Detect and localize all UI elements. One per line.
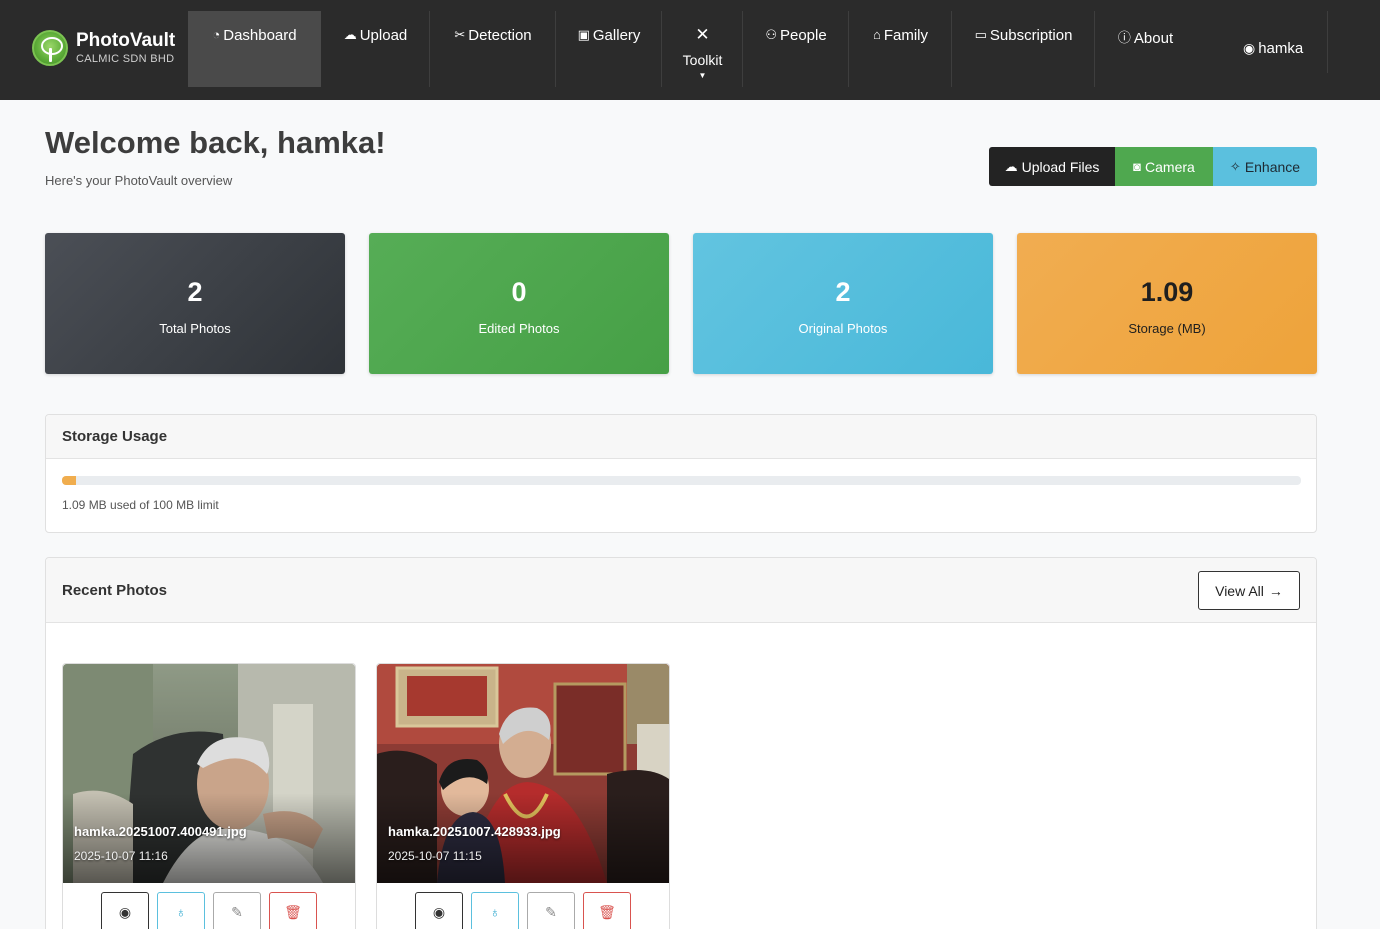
nav-about[interactable]: ⓘ About xyxy=(1095,11,1196,87)
arrow-right-icon: → xyxy=(1268,582,1283,599)
delete-photo-button[interactable]: 🗑 xyxy=(583,892,631,929)
photo-actions: ◉ ♁ ✎ 🗑 xyxy=(101,892,317,929)
photo-thumbnail[interactable]: hamka.20251007.400491.jpg 2025-10-07 11:… xyxy=(63,664,355,883)
credit-card-icon: ▭ xyxy=(974,27,987,42)
camera-button[interactable]: ◙ Camera xyxy=(1115,147,1213,186)
upload-files-label: Upload Files xyxy=(1021,158,1100,175)
storage-progress-bar xyxy=(62,476,1301,485)
caret-down-icon: ▼ xyxy=(698,71,707,80)
page-subtitle: Here's your PhotoVault overview xyxy=(45,173,233,188)
nav-upload[interactable]: ☁ Upload xyxy=(321,11,430,87)
stat-value: 2 xyxy=(187,277,203,307)
nav-user-menu[interactable]: ◉ hamka xyxy=(1243,40,1303,57)
nav-gallery-label: Gallery xyxy=(592,27,641,44)
nav-people-label: People xyxy=(779,27,827,44)
upload-files-button[interactable]: ☁ Upload Files xyxy=(989,147,1115,186)
stat-label: Storage (MB) xyxy=(1128,321,1206,336)
enhance-label: Enhance xyxy=(1244,158,1301,175)
pencil-icon: ✎ xyxy=(545,903,557,920)
photo-filename: hamka.20251007.400491.jpg xyxy=(74,824,247,839)
stat-value: 0 xyxy=(511,277,527,307)
storage-usage-text: 1.09 MB used of 100 MB limit xyxy=(62,498,219,512)
photo-card[interactable]: hamka.20251007.400491.jpg 2025-10-07 11:… xyxy=(62,663,356,929)
top-navbar: PhotoVault CALMIC SDN BHD ◔ Dashboard ☁ Up… xyxy=(0,0,1380,100)
stat-card-original-photos: 2 Original Photos xyxy=(693,233,993,374)
cloud-upload-icon: ☁ xyxy=(343,27,357,42)
view-photo-button[interactable]: ◉ xyxy=(101,892,149,929)
nav-detection[interactable]: ✂ Detection xyxy=(430,11,556,87)
recent-photos-header: Recent Photos xyxy=(46,558,1316,623)
cloud-upload-icon: ☁ xyxy=(1004,158,1018,174)
view-photo-button[interactable]: ◉ xyxy=(415,892,463,929)
nav-user-label: hamka xyxy=(1258,40,1304,57)
nav-toolkit-label: Toolkit xyxy=(682,52,723,68)
camera-icon: ◙ xyxy=(1133,159,1142,174)
photo-thumbnail[interactable]: hamka.20251007.428933.jpg 2025-10-07 11:… xyxy=(377,664,669,883)
images-icon: ▣ xyxy=(577,27,590,42)
nav-people[interactable]: ⚇ People xyxy=(743,11,849,87)
stat-value: 1.09 xyxy=(1140,277,1194,307)
people-icon: ⚇ xyxy=(765,27,777,42)
quick-actions: ☁ Upload Files ◙ Camera ✧ Enhance xyxy=(989,147,1317,186)
nav-subscription-label: Subscription xyxy=(989,27,1073,44)
recent-photos-title: Recent Photos xyxy=(62,581,168,599)
view-all-button[interactable]: View All → xyxy=(1198,571,1300,610)
brand-subtitle: CALMIC SDN BHD xyxy=(76,52,175,65)
enhance-button[interactable]: ✧ Enhance xyxy=(1213,147,1317,186)
nav-family[interactable]: ⌂ Family xyxy=(849,11,952,87)
eye-icon: ◉ xyxy=(432,903,446,920)
nav-detection-label: Detection xyxy=(468,27,532,44)
tools-icon: ✕ xyxy=(695,25,710,44)
mic-icon: ♁ xyxy=(175,904,187,920)
pencil-icon: ✎ xyxy=(231,903,243,920)
magic-wand-icon: ✧ xyxy=(1229,158,1241,174)
voice-note-button[interactable]: ♁ xyxy=(157,892,205,929)
stat-value: 2 xyxy=(835,277,851,307)
tree-logo-icon xyxy=(32,30,68,66)
photo-card[interactable]: hamka.20251007.428933.jpg 2025-10-07 11:… xyxy=(376,663,670,929)
photo-filename: hamka.20251007.428933.jpg xyxy=(388,824,561,839)
photo-date: 2025-10-07 11:15 xyxy=(388,849,482,863)
recent-photos-panel: Recent Photos View All → hamka.20251007.… xyxy=(45,557,1317,929)
camera-label: Camera xyxy=(1145,158,1195,175)
stat-label: Edited Photos xyxy=(478,321,560,336)
nav-about-label: About xyxy=(1133,30,1174,47)
eye-icon: ◉ xyxy=(118,903,132,920)
gauge-icon: ◔ xyxy=(212,27,221,42)
nav-subscription[interactable]: ▭ Subscription xyxy=(952,11,1095,87)
stat-label: Original Photos xyxy=(798,321,888,336)
edit-photo-button[interactable]: ✎ xyxy=(527,892,575,929)
nav-family-label: Family xyxy=(883,27,929,44)
nav-toolkit-dropdown[interactable]: ✕ Toolkit ▼ xyxy=(662,11,743,87)
house-heart-icon: ⌂ xyxy=(872,27,881,42)
brand[interactable]: PhotoVault CALMIC SDN BHD xyxy=(32,30,175,66)
nav-gallery[interactable]: ▣ Gallery xyxy=(556,11,662,87)
scissors-icon: ✂ xyxy=(454,27,466,42)
mic-icon: ♁ xyxy=(489,904,501,920)
stat-card-storage: 1.09 Storage (MB) xyxy=(1017,233,1317,374)
trash-icon: 🗑 xyxy=(284,903,302,920)
voice-note-button[interactable]: ♁ xyxy=(471,892,519,929)
nav-dashboard-label: Dashboard xyxy=(223,27,297,44)
delete-photo-button[interactable]: 🗑 xyxy=(269,892,317,929)
nav-upload-label: Upload xyxy=(359,27,408,44)
stat-card-total-photos: 2 Total Photos xyxy=(45,233,345,374)
page-title: Welcome back, hamka! xyxy=(45,125,386,160)
stat-label: Total Photos xyxy=(159,321,231,336)
stat-card-edited-photos: 0 Edited Photos xyxy=(369,233,669,374)
info-circle-icon: ⓘ xyxy=(1117,30,1131,45)
trash-icon: 🗑 xyxy=(598,903,616,920)
view-all-label: View All xyxy=(1215,582,1264,599)
person-circle-icon: ◉ xyxy=(1243,40,1256,56)
photo-actions: ◉ ♁ ✎ 🗑 xyxy=(415,892,631,929)
edit-photo-button[interactable]: ✎ xyxy=(213,892,261,929)
photo-date: 2025-10-07 11:16 xyxy=(74,849,168,863)
storage-usage-panel: Storage Usage 1.09 MB used of 100 MB lim… xyxy=(45,414,1317,533)
brand-name: PhotoVault xyxy=(76,29,176,51)
storage-progress-fill xyxy=(62,476,76,485)
storage-usage-title: Storage Usage xyxy=(46,415,1316,459)
nav-dashboard[interactable]: ◔ Dashboard xyxy=(188,11,321,87)
